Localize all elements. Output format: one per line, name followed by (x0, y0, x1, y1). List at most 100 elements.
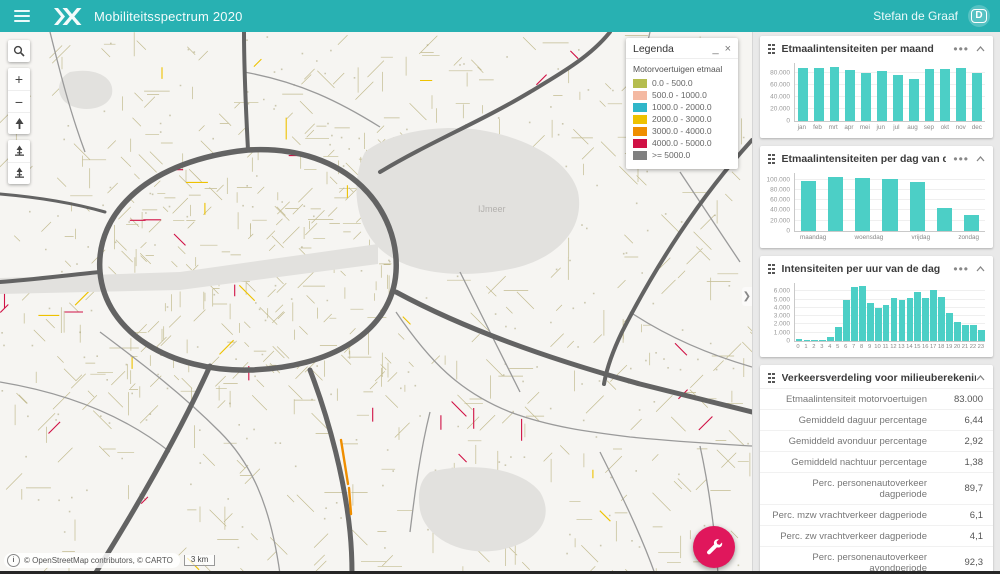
bar[interactable] (972, 73, 982, 121)
bar[interactable] (875, 308, 882, 341)
collapse-icon[interactable] (976, 375, 985, 381)
zoom-in-button[interactable]: + (8, 68, 30, 90)
table-row: Etmaalintensiteit motorvoertuigen83.000 (760, 388, 993, 409)
bar[interactable] (861, 73, 871, 121)
bar[interactable] (882, 179, 897, 231)
map-canvas[interactable]: IJmeer + − (0, 32, 752, 574)
bar[interactable] (962, 325, 969, 341)
y-axis: 020.00040.00060.00080.000 (762, 63, 794, 121)
drag-handle-icon[interactable] (768, 373, 775, 384)
search-button[interactable] (8, 40, 30, 62)
bar[interactable] (843, 300, 850, 341)
legend-item: >= 5000.0 (633, 150, 731, 160)
collapse-icon[interactable] (976, 46, 985, 52)
avatar-letter: D (971, 9, 986, 23)
bar[interactable] (891, 298, 898, 341)
legend-item: 2000.0 - 3000.0 (633, 114, 731, 124)
avatar[interactable]: D (968, 5, 990, 27)
bar[interactable] (796, 339, 803, 341)
bar[interactable] (814, 68, 824, 121)
table-row: Gemiddeld nachtuur percentage1,38 (760, 451, 993, 472)
select-link-downstream-button[interactable] (8, 162, 30, 184)
legend-swatch (633, 139, 647, 148)
bar[interactable] (851, 287, 858, 341)
app-logo-icon (54, 8, 84, 25)
bar[interactable] (830, 67, 840, 121)
bar[interactable] (938, 297, 945, 341)
bar[interactable] (907, 298, 914, 341)
x-axis-labels: 01234567891011121314151617181920212223 (794, 344, 985, 350)
bar[interactable] (899, 300, 906, 341)
dashboard-sidebar: Etmaalintensiteiten per maand ••• 020.00… (752, 32, 1000, 574)
bar[interactable] (855, 178, 870, 231)
bar-chart-weekdays: 020.00040.00060.00080.000100.000maandagw… (760, 169, 993, 243)
table-row-value: 6,44 (941, 415, 983, 426)
bar[interactable] (978, 330, 985, 341)
more-menu-icon[interactable]: ••• (953, 156, 969, 162)
legend-label: 4000.0 - 5000.0 (652, 138, 712, 148)
zoom-out-button[interactable]: − (8, 90, 30, 112)
bar[interactable] (859, 286, 866, 342)
table-row-label: Perc. mzw vrachtverkeer dagperiode (770, 510, 941, 521)
bar[interactable] (801, 181, 816, 231)
bar[interactable] (811, 340, 818, 341)
card-title: Intensiteiten per uur van de dag (782, 263, 947, 275)
bar[interactable] (940, 69, 950, 121)
settings-fab-button[interactable] (693, 526, 735, 568)
bar[interactable] (937, 208, 952, 231)
table-row-value: 89,7 (941, 483, 983, 494)
bar[interactable] (804, 340, 811, 341)
info-icon[interactable]: i (7, 554, 20, 567)
bar[interactable] (819, 340, 826, 341)
menu-icon[interactable] (14, 10, 30, 22)
drag-handle-icon[interactable] (768, 154, 775, 165)
select-link-upstream-button[interactable] (8, 140, 30, 162)
legend-swatch (633, 79, 647, 88)
legend-close-icon[interactable]: × (725, 45, 731, 53)
bar[interactable] (954, 322, 961, 341)
map-attribution: i © OpenStreetMap contributors, © CARTO (4, 553, 180, 568)
table-row-label: Perc. zw vrachtverkeer dagperiode (770, 531, 941, 542)
bar[interactable] (909, 79, 919, 121)
map-scale: 3 km (184, 555, 215, 566)
bar[interactable] (798, 68, 808, 121)
more-menu-icon[interactable]: ••• (953, 46, 969, 52)
bar[interactable] (883, 305, 890, 341)
initial-extent-button[interactable] (8, 112, 30, 134)
user-name[interactable]: Stefan de Graaf (873, 9, 958, 23)
table-row-label: Gemiddeld avonduur percentage (770, 436, 941, 447)
bar[interactable] (827, 337, 834, 341)
y-axis: 020.00040.00060.00080.000100.000 (762, 173, 794, 231)
bar[interactable] (964, 215, 979, 231)
bar[interactable] (922, 298, 929, 341)
bar[interactable] (956, 68, 966, 121)
table-row-label: Etmaalintensiteit motorvoertuigen (770, 394, 941, 405)
bar[interactable] (946, 313, 953, 341)
collapse-icon[interactable] (976, 156, 985, 162)
table-row-value: 6,1 (941, 510, 983, 521)
bar[interactable] (910, 182, 925, 231)
panel-collapse-handle[interactable]: ❯ (742, 287, 752, 306)
bar[interactable] (828, 177, 843, 231)
bar[interactable] (835, 327, 842, 342)
drag-handle-icon[interactable] (768, 44, 775, 55)
legend-minimize-icon[interactable]: _ (712, 45, 718, 53)
bar[interactable] (930, 290, 937, 341)
table-row-value: 4,1 (941, 531, 983, 542)
bar[interactable] (845, 70, 855, 121)
table-row: Perc. zw vrachtverkeer dagperiode4,1 (760, 525, 993, 546)
drag-handle-icon[interactable] (768, 264, 775, 275)
beacon-up-icon (13, 145, 26, 158)
card-title: Verkeersverdeling voor milieuberekeninge… (782, 372, 977, 384)
bar[interactable] (877, 71, 887, 121)
legend-items: 0.0 - 500.0500.0 - 1000.01000.0 - 2000.0… (633, 78, 731, 160)
collapse-icon[interactable] (976, 266, 985, 272)
table-row-label: Gemiddeld daguur percentage (770, 415, 941, 426)
bar[interactable] (970, 325, 977, 341)
more-menu-icon[interactable]: ••• (953, 266, 969, 272)
bar[interactable] (925, 69, 935, 121)
table-row: Gemiddeld daguur percentage6,44 (760, 409, 993, 430)
bar[interactable] (893, 75, 903, 121)
bar[interactable] (867, 303, 874, 341)
bar[interactable] (914, 292, 921, 341)
